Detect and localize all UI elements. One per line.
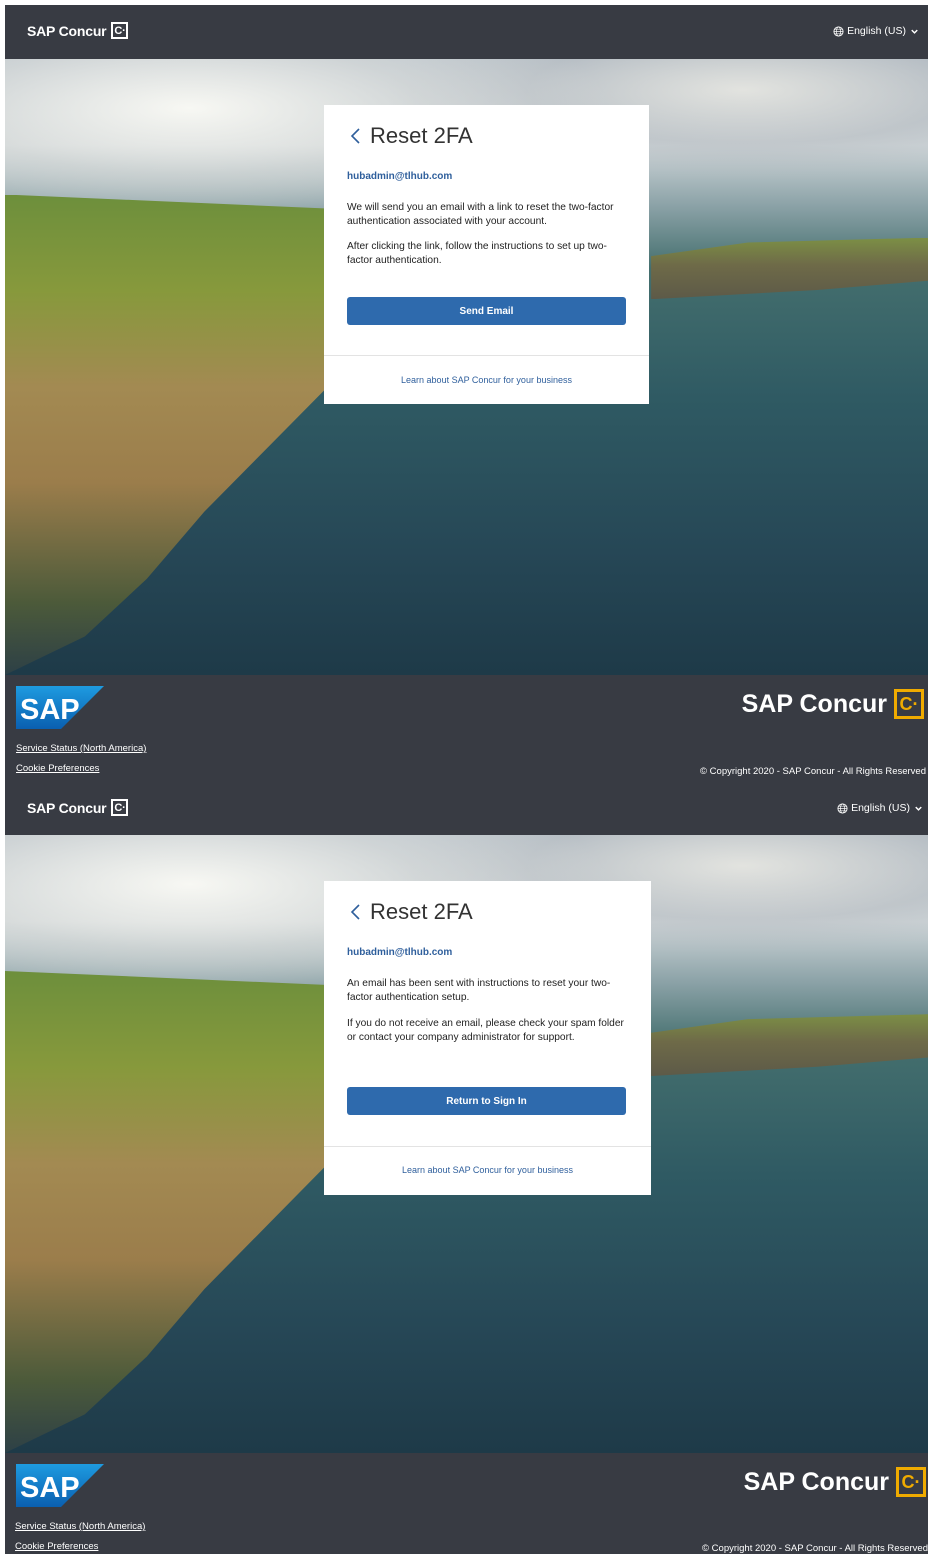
header-logo[interactable]: SAP Concur C·	[27, 799, 129, 816]
chevron-down-icon	[915, 806, 922, 811]
send-email-button[interactable]: Send Email	[347, 297, 626, 325]
footer-brand: SAP Concur C·	[744, 1467, 926, 1497]
card-title: Reset 2FA	[348, 123, 473, 149]
footer-brand: SAP Concur C·	[742, 689, 924, 719]
concur-mark-large-icon: C·	[894, 689, 924, 719]
chevron-left-icon[interactable]	[348, 127, 362, 145]
page-title: Reset 2FA	[370, 123, 473, 148]
instruction-text-2: After clicking the link, follow the inst…	[347, 241, 607, 266]
screen-email-sent: SAP Concur C· English (US) Reset 2FA hub…	[5, 783, 928, 1554]
account-email: hubadmin@tlhub.com	[347, 171, 453, 182]
language-label: English (US)	[851, 802, 910, 814]
instruction-text-1: We will send you an email with a link to…	[347, 202, 614, 227]
copyright-text: © Copyright 2020 - SAP Concur - All Righ…	[700, 766, 926, 777]
sap-logo-text: SAP	[20, 694, 80, 726]
footer-brand-text: SAP Concur	[743, 1467, 889, 1496]
concur-mark-large-icon: C·	[896, 1467, 926, 1497]
learn-about-link[interactable]: Learn about SAP Concur for your business	[324, 375, 649, 385]
cliff-right	[651, 237, 928, 300]
sap-logo: SAP	[16, 1464, 104, 1507]
chevron-down-icon	[911, 29, 918, 34]
sap-logo-text: SAP	[20, 1472, 80, 1504]
return-to-sign-in-button[interactable]: Return to Sign In	[347, 1087, 626, 1115]
card-divider	[324, 355, 649, 356]
confirmation-text-1: An email has been sent with instructions…	[347, 978, 611, 1003]
learn-about-link[interactable]: Learn about SAP Concur for your business	[324, 1165, 651, 1175]
language-selector[interactable]: English (US)	[833, 25, 920, 37]
cookie-preferences-link[interactable]: Cookie Preferences	[16, 763, 99, 774]
footer: SAP SAP Concur C· Service Status (North …	[5, 675, 928, 783]
screen-send-email: SAP Concur C· English (US) Reset 2FA hub…	[5, 5, 928, 783]
language-selector[interactable]: English (US)	[837, 802, 924, 814]
sap-logo: SAP	[16, 686, 104, 729]
card-divider	[324, 1146, 651, 1147]
service-status-link[interactable]: Service Status (North America)	[15, 1521, 145, 1532]
globe-icon	[833, 25, 844, 37]
concur-mark-icon: C·	[111, 799, 129, 816]
page-title: Reset 2FA	[370, 899, 473, 924]
language-label: English (US)	[847, 25, 906, 37]
account-email: hubadmin@tlhub.com	[347, 947, 453, 958]
footer: SAP SAP Concur C· Service Status (North …	[5, 1453, 928, 1554]
card-title: Reset 2FA	[348, 899, 473, 925]
cliff-right	[651, 1014, 928, 1077]
header-brand-text: SAP Concur	[27, 22, 107, 39]
copyright-text: © Copyright 2020 - SAP Concur - All Righ…	[702, 1543, 928, 1554]
header-brand-text: SAP Concur	[27, 799, 107, 816]
cookie-preferences-link[interactable]: Cookie Preferences	[15, 1541, 98, 1552]
confirmation-text-2: If you do not receive an email, please c…	[347, 1018, 624, 1043]
service-status-link[interactable]: Service Status (North America)	[16, 743, 146, 754]
reset-2fa-card: Reset 2FA hubadmin@tlhub.com We will sen…	[324, 105, 649, 404]
reset-2fa-card: Reset 2FA hubadmin@tlhub.com An email ha…	[324, 881, 651, 1195]
top-bar: SAP Concur C· English (US)	[5, 783, 928, 835]
concur-mark-icon: C·	[111, 22, 129, 39]
top-bar: SAP Concur C· English (US)	[5, 5, 928, 59]
header-logo[interactable]: SAP Concur C·	[27, 22, 129, 39]
globe-icon	[837, 802, 848, 814]
footer-brand-text: SAP Concur	[741, 689, 887, 718]
chevron-left-icon[interactable]	[348, 903, 362, 921]
